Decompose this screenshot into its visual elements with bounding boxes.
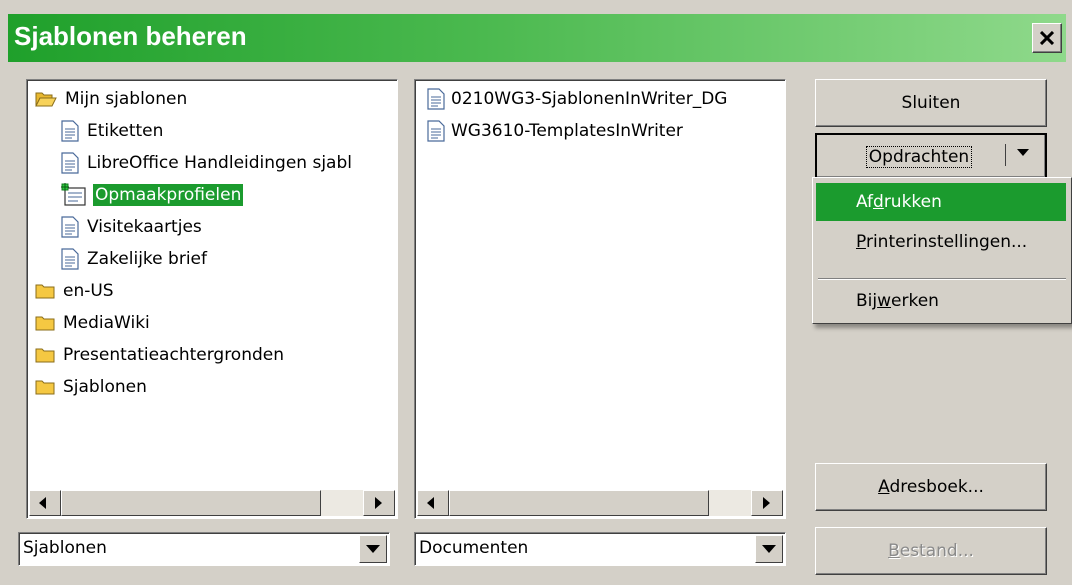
tree-item-label: Etiketten [87,121,164,141]
title-bar: Sjablonen beheren [8,14,1066,62]
folder-icon [35,378,55,396]
folder-icon [35,346,55,364]
folder-icon [35,282,55,300]
list-horizontal-scrollbar[interactable] [417,490,783,516]
menu-item-update[interactable]: Bijwerken [816,282,1066,320]
tree-item-label: LibreOffice Handleidingen sjabl [87,153,352,173]
document-icon [61,248,79,270]
right-source-combo[interactable]: Documenten [414,532,786,566]
tree-item[interactable]: Visitekaartjes [61,212,204,242]
document-icon [427,88,445,110]
tree-item[interactable]: Zakelijke brief [61,244,209,274]
tree-item-label: Mijn sjablonen [65,89,188,109]
document-icon [61,152,79,174]
tree-item[interactable]: Opmaakprofielen [61,180,244,210]
scroll-thumb[interactable] [61,490,321,516]
list-item[interactable]: WG3610-TemplatesInWriter [427,116,683,146]
menu-item-print[interactable]: Afdrukken [816,183,1066,221]
document-icon [61,216,79,238]
tree-item[interactable]: MediaWiki [35,308,152,338]
commands-button[interactable]: Opdrachten [815,133,1047,179]
tree-item[interactable]: Mijn sjablonen [35,84,189,114]
tree-item[interactable]: Sjablonen [35,372,149,402]
tree-item[interactable]: LibreOffice Handleidingen sjabl [61,148,354,178]
template-category-tree[interactable]: Mijn sjablonen Etiketten LibreOffice Handl… [26,79,398,519]
tree-item[interactable]: en-US [35,276,116,306]
tree-item-label: Visitekaartjes [87,217,202,237]
file-button[interactable]: Bestand... [815,527,1047,575]
arrow-right-icon [375,497,382,509]
folder-icon [35,314,55,332]
right-combo-value: Documenten [419,538,529,558]
list-item-label: WG3610-TemplatesInWriter [451,121,683,141]
right-combo-dropdown-button[interactable] [755,535,783,563]
close-window-button[interactable] [1032,23,1062,53]
tree-item-label: Opmaakprofielen [93,184,244,206]
arrow-left-icon [39,497,46,509]
chevron-down-icon [1017,149,1029,156]
commands-dropdown-arrow[interactable] [1017,141,1035,159]
styles-icon [61,183,87,207]
menu-separator [818,278,1066,280]
tree-item-label: Sjablonen [63,377,147,397]
chevron-down-icon [762,545,776,553]
tree-item-label: MediaWiki [63,313,150,333]
tree-item-label: Zakelijke brief [87,249,207,269]
scroll-thumb[interactable] [449,490,709,516]
document-icon [427,120,445,142]
tree-item-label: Presentatieachtergronden [63,345,285,365]
left-source-combo[interactable]: Sjablonen [18,532,390,566]
left-combo-dropdown-button[interactable] [359,535,387,563]
list-item[interactable]: 0210WG3-SjablonenInWriter_DG [427,84,727,114]
arrow-right-icon [763,497,770,509]
scroll-right-button[interactable] [363,490,395,516]
arrow-left-icon [427,497,434,509]
close-button-label: Sluiten [901,93,961,113]
document-icon [61,120,79,142]
left-combo-value: Sjablonen [23,538,107,558]
folder-open-icon [35,90,57,108]
scroll-left-button[interactable] [29,490,61,516]
tree-item[interactable]: Etiketten [61,116,165,146]
list-item-label: 0210WG3-SjablonenInWriter_DG [451,89,728,109]
template-file-list[interactable]: 0210WG3-SjablonenInWriter_DG WG3610-Templ… [414,79,786,519]
scroll-right-button[interactable] [751,490,783,516]
tree-item-label: en-US [63,281,114,301]
close-button[interactable]: Sluiten [815,79,1047,127]
address-book-button[interactable]: Adresboek... [815,463,1047,511]
close-icon [1040,31,1054,45]
tree-item[interactable]: Presentatieachtergronden [35,340,286,370]
menu-item-printer-settings[interactable]: Printerinstellingen... [816,223,1066,261]
commands-button-label: Opdrachten [865,146,973,168]
tree-horizontal-scrollbar[interactable] [29,490,395,516]
scroll-left-button[interactable] [417,490,449,516]
window-title: Sjablonen beheren [14,21,247,51]
commands-menu: Afdrukken Printerinstellingen... Bijwerk… [812,177,1072,324]
chevron-down-icon [366,545,380,553]
